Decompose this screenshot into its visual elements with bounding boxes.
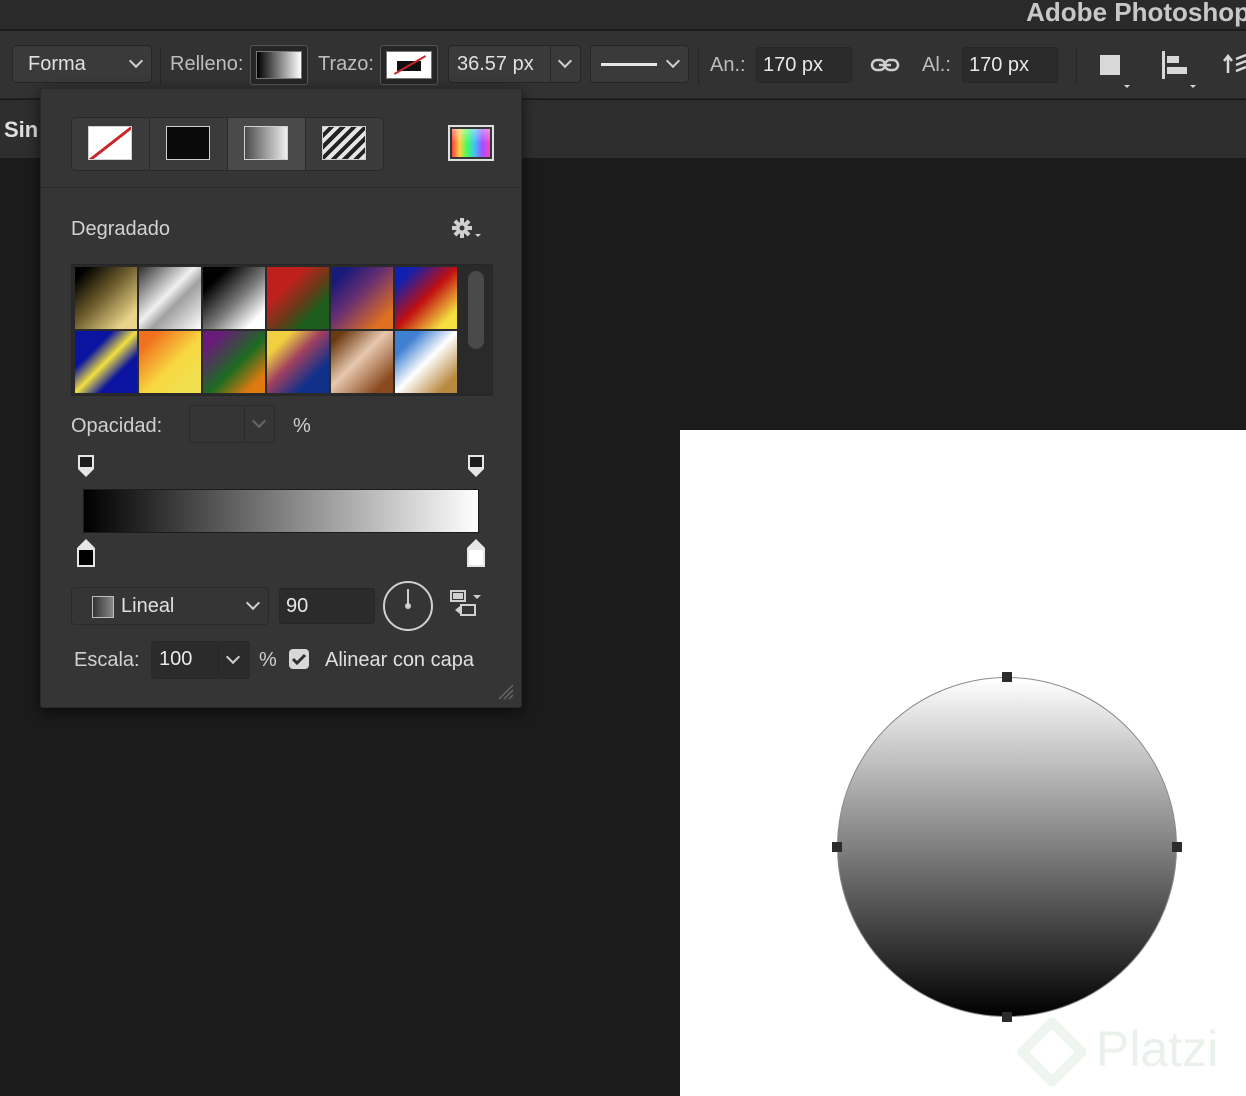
opacity-label: Opacidad: [71,415,163,437]
reverse-gradient-icon[interactable] [449,589,483,624]
gradient-preset[interactable] [203,267,265,329]
linear-gradient-icon [92,596,114,618]
gradient-preview-bar[interactable] [83,489,479,533]
gradient-button[interactable] [228,118,306,170]
stroke-width-value: 36.57 px [457,53,534,75]
chevron-down-icon [245,595,261,611]
gradient-preset[interactable] [267,331,329,393]
height-label: Al.: [922,54,951,76]
opacity-stop-right[interactable] [468,455,484,477]
color-picker-button[interactable] [448,125,494,161]
gradient-preset[interactable] [139,331,201,393]
chevron-down-icon [225,649,241,665]
opacity-unit: % [293,415,311,437]
gradient-preset[interactable] [267,267,329,329]
watermark-text: Platzi [1096,1021,1219,1077]
gradient-preset[interactable] [395,331,457,393]
chevron-down-icon [665,53,681,69]
path-anchor-bottom[interactable] [1002,1012,1012,1022]
no-fill-button[interactable] [72,118,150,170]
path-anchor-top[interactable] [1002,672,1012,682]
gradient-type-value: Lineal [121,595,175,617]
path-anchor-right[interactable] [1172,842,1182,852]
align-with-layer-checkbox[interactable] [289,649,309,669]
tool-mode-value: Forma [28,53,86,75]
gradient-preset[interactable] [75,331,137,393]
tool-mode-dropdown[interactable]: Forma [12,45,152,83]
opacity-stop-left[interactable] [78,455,94,477]
stroke-none-icon [386,51,432,79]
chevron-down-icon [557,53,573,69]
gradient-preset[interactable] [331,331,393,393]
presets-scrollbar[interactable] [468,271,484,349]
gradient-preset[interactable] [331,267,393,329]
chevron-down-icon [128,53,144,69]
scale-value: 100 [159,648,193,670]
gradient-preset[interactable] [75,267,137,329]
stroke-label: Trazo: [318,53,374,75]
fill-gradient-preview [256,51,302,79]
fill-swatch[interactable] [250,45,308,85]
path-alignment-icon[interactable] [1160,49,1200,94]
fill-type-buttons [71,117,384,171]
scale-dropdown[interactable]: 100 [151,641,250,679]
height-input[interactable]: 170 px [962,47,1058,83]
stroke-width-dropdown[interactable]: 36.57 px [448,45,581,83]
stroke-swatch[interactable] [380,45,438,85]
platzi-logo-icon [1015,1015,1089,1089]
checkmark-icon [291,653,307,666]
gear-icon[interactable] [451,217,485,246]
pattern-icon [322,126,366,160]
resize-grip-icon[interactable] [497,683,515,701]
color-spectrum-icon [452,129,490,157]
ellipse-shape[interactable] [837,677,1177,1017]
document-tab[interactable]: Sin [4,117,38,143]
divider [698,47,699,85]
solid-color-button[interactable] [150,118,228,170]
divider [41,187,521,188]
opacity-dropdown[interactable] [189,405,275,443]
gradient-presets [71,264,493,396]
divider [1076,47,1077,85]
width-label: An.: [710,54,746,76]
section-title: Degradado [71,218,170,240]
angle-input[interactable]: 90 [279,588,375,624]
path-operations-icon[interactable] [1098,53,1132,94]
fill-label: Relleno: [170,53,244,75]
gradient-preset[interactable] [395,267,457,329]
chevron-down-icon [251,413,267,429]
scale-label: Escala: [74,649,140,671]
width-input[interactable]: 170 px [756,47,852,83]
title-bar: Adobe Photoshop [0,0,1246,30]
color-stop-left[interactable] [77,539,95,567]
pattern-button[interactable] [306,118,384,170]
path-arrangement-icon[interactable] [1222,49,1246,90]
color-stop-right[interactable] [467,539,485,567]
no-color-icon [88,126,132,160]
app-title: Adobe Photoshop [1026,0,1246,27]
watermark: Platzi [1015,1015,1246,1089]
gradient-preset[interactable] [139,267,201,329]
scale-unit: % [259,649,277,671]
gradient-preset[interactable] [203,331,265,393]
link-icon[interactable] [870,55,900,80]
fill-type-panel: Degradado Opacidad: % Lineal 90 Escala: … [40,88,522,708]
path-anchor-left[interactable] [832,842,842,852]
solid-line-icon [601,63,657,66]
stroke-type-dropdown[interactable] [590,45,689,83]
gradient-type-dropdown[interactable]: Lineal [71,587,269,625]
align-with-layer-label: Alinear con capa [325,649,474,671]
solid-color-icon [166,126,210,160]
angle-dial[interactable] [383,581,433,631]
divider [160,47,161,85]
gradient-icon [244,126,288,160]
